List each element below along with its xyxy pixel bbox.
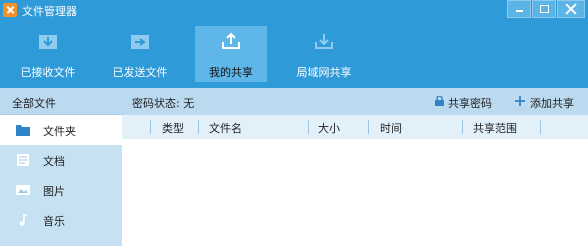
all-files-label: 全部文件 bbox=[12, 97, 56, 110]
lan-shares-label: 局域网共享 bbox=[296, 66, 352, 79]
music-note-icon bbox=[19, 214, 28, 226]
received-files-label: 已接收文件 bbox=[20, 66, 76, 79]
title-bar: 文件管理器 bbox=[0, 0, 588, 20]
received-files-button[interactable]: 已接收文件 bbox=[9, 26, 87, 82]
column-separator bbox=[462, 120, 463, 134]
sidebar-item-label: 文件夹 bbox=[43, 125, 76, 138]
my-shares-label: 我的共享 bbox=[209, 66, 253, 79]
column-filename[interactable]: 文件名 bbox=[209, 120, 242, 136]
sidebar-item-documents[interactable]: 文档 bbox=[0, 145, 122, 175]
main-header: 密码状态: 无 共享密码 添加共享 bbox=[122, 88, 588, 115]
sidebar: 全部文件 文件夹 文档 图片 音乐 bbox=[0, 88, 122, 246]
column-time[interactable]: 时间 bbox=[380, 120, 402, 136]
maximize-icon bbox=[540, 5, 549, 13]
column-separator bbox=[540, 120, 541, 134]
sidebar-item-folders[interactable]: 文件夹 bbox=[0, 115, 122, 145]
send-file-icon bbox=[131, 35, 149, 49]
sidebar-item-label: 图片 bbox=[43, 185, 65, 198]
password-status: 密码状态: 无 bbox=[132, 97, 195, 110]
toolbar: 已接收文件 已发送文件 我的共享 局域网共享 bbox=[0, 20, 588, 88]
folder-icon bbox=[16, 125, 30, 136]
sidebar-item-label: 音乐 bbox=[43, 215, 65, 228]
minimize-icon bbox=[516, 10, 523, 12]
sidebar-item-label: 文档 bbox=[43, 155, 65, 168]
add-share-button[interactable]: 添加共享 bbox=[530, 95, 574, 111]
share-password-button[interactable]: 共享密码 bbox=[448, 95, 492, 111]
sidebar-item-images[interactable]: 图片 bbox=[0, 175, 122, 205]
document-icon bbox=[17, 154, 29, 166]
column-separator bbox=[150, 120, 151, 134]
inbox-download-icon bbox=[39, 35, 57, 49]
close-button[interactable] bbox=[557, 0, 585, 18]
column-size[interactable]: 大小 bbox=[318, 120, 340, 136]
sidebar-item-music[interactable]: 音乐 bbox=[0, 205, 122, 235]
table-header: 类型 文件名 大小 时间 共享范围 bbox=[122, 115, 588, 139]
column-share-scope[interactable]: 共享范围 bbox=[473, 120, 517, 136]
share-password-label: 共享密码 bbox=[448, 97, 492, 110]
add-share-label: 添加共享 bbox=[530, 97, 574, 110]
sent-files-label: 已发送文件 bbox=[112, 66, 168, 79]
sent-files-button[interactable]: 已发送文件 bbox=[101, 26, 179, 82]
minimize-button[interactable] bbox=[507, 0, 531, 18]
image-icon bbox=[16, 185, 30, 195]
window-title: 文件管理器 bbox=[22, 5, 77, 18]
file-list[interactable] bbox=[122, 139, 588, 246]
plus-icon bbox=[515, 96, 525, 106]
column-type[interactable]: 类型 bbox=[162, 120, 184, 136]
app-logo-icon bbox=[3, 3, 17, 17]
lan-download-icon bbox=[315, 34, 333, 49]
lan-shares-button[interactable]: 局域网共享 bbox=[285, 26, 363, 82]
lock-icon bbox=[435, 96, 444, 106]
column-separator bbox=[368, 120, 369, 134]
column-separator bbox=[308, 120, 309, 134]
my-shares-button[interactable]: 我的共享 bbox=[195, 26, 267, 82]
upload-share-icon bbox=[222, 32, 240, 49]
column-separator bbox=[198, 120, 199, 134]
all-files-header[interactable]: 全部文件 bbox=[0, 88, 122, 115]
maximize-button[interactable] bbox=[532, 0, 556, 18]
